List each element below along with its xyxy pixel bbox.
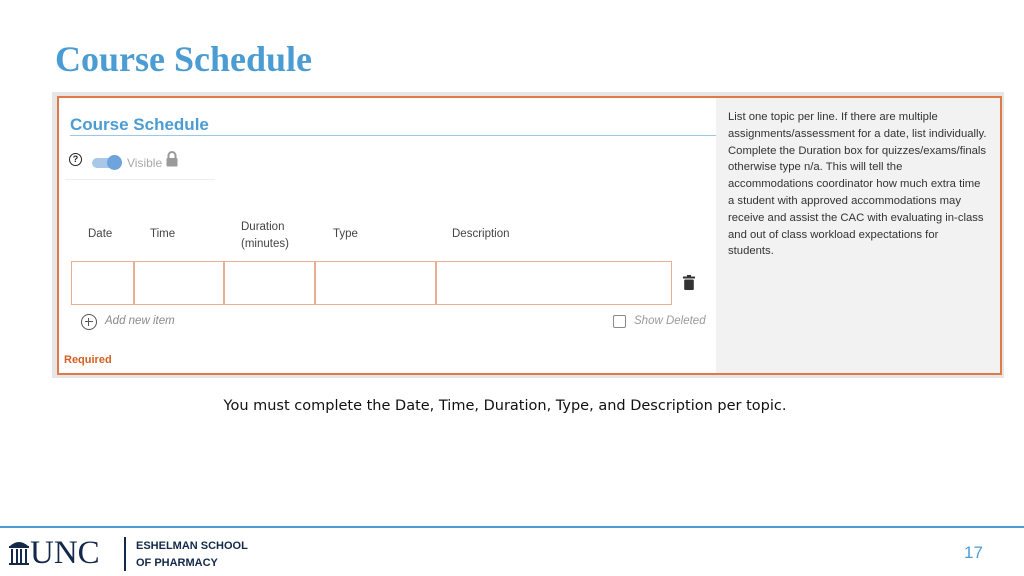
- column-header-duration-line2: (minutes): [241, 238, 289, 250]
- school-name-line1: ESHELMAN SCHOOL: [136, 540, 248, 552]
- required-indicator: Required: [64, 354, 112, 366]
- school-name-line2: OF PHARMACY: [136, 557, 218, 569]
- footer-rule: [0, 526, 1024, 528]
- old-well-icon: [9, 542, 29, 565]
- help-line: accommodations coordinator how much extr…: [728, 178, 981, 191]
- description-input[interactable]: [437, 262, 671, 304]
- show-deleted-label[interactable]: Show Deleted: [634, 315, 706, 327]
- show-deleted-checkbox[interactable]: [613, 315, 626, 328]
- column-header-duration: Duration (minutes): [241, 219, 289, 253]
- column-header-date: Date: [88, 228, 113, 240]
- slide-caption: You must complete the Date, Time, Durati…: [223, 398, 787, 414]
- visibility-toggle[interactable]: [92, 155, 122, 170]
- form-title-underline: [70, 135, 719, 136]
- column-header-description: Description: [452, 228, 510, 240]
- column-header-time: Time: [150, 228, 176, 240]
- help-line: List one topic per line. If there are mu…: [728, 111, 938, 123]
- add-new-item-link[interactable]: Add new item: [105, 315, 175, 327]
- type-input[interactable]: [316, 262, 435, 304]
- unc-logo-text: UNC: [30, 535, 100, 571]
- lock-icon: [166, 151, 178, 167]
- question-circle-icon[interactable]: ?: [69, 153, 82, 166]
- duration-input[interactable]: [225, 262, 314, 304]
- date-input[interactable]: [72, 262, 133, 304]
- column-header-type: Type: [333, 228, 358, 240]
- toggle-divider: [65, 179, 215, 180]
- course-schedule-screenshot: Course Schedule ? Visible Date Time Dura…: [57, 96, 1002, 375]
- trash-icon[interactable]: [683, 275, 695, 290]
- help-line: otherwise type n/a. This will tell the: [728, 161, 903, 174]
- help-line: a student with approved accommodations m…: [728, 194, 961, 207]
- logo-divider: [124, 537, 126, 571]
- help-line: Complete the Duration box for quizzes/ex…: [728, 144, 987, 157]
- help-text-panel: List one topic per line. If there are mu…: [716, 98, 1000, 373]
- slide-title: Course Schedule: [55, 39, 313, 79]
- help-line: receive and assist the CAC with evaluati…: [728, 211, 984, 224]
- visibility-label: Visible: [127, 156, 163, 170]
- page-number: 17: [964, 543, 983, 562]
- toggle-knob: [107, 155, 122, 170]
- help-line: students.: [728, 245, 774, 258]
- unc-logo: UNC: [8, 535, 100, 572]
- school-name: ESHELMAN SCHOOL OF PHARMACY: [136, 538, 248, 572]
- form-area: Course Schedule ? Visible Date Time Dura…: [59, 98, 719, 373]
- help-line: assignments/assessment for a date, list …: [728, 127, 987, 140]
- schedule-row: [71, 261, 672, 305]
- help-line: and out of class workload expectations f…: [728, 228, 939, 241]
- add-circle-icon[interactable]: [81, 314, 97, 330]
- time-input[interactable]: [135, 262, 223, 304]
- column-header-duration-line1: Duration: [241, 221, 285, 233]
- form-title: Course Schedule: [70, 115, 209, 134]
